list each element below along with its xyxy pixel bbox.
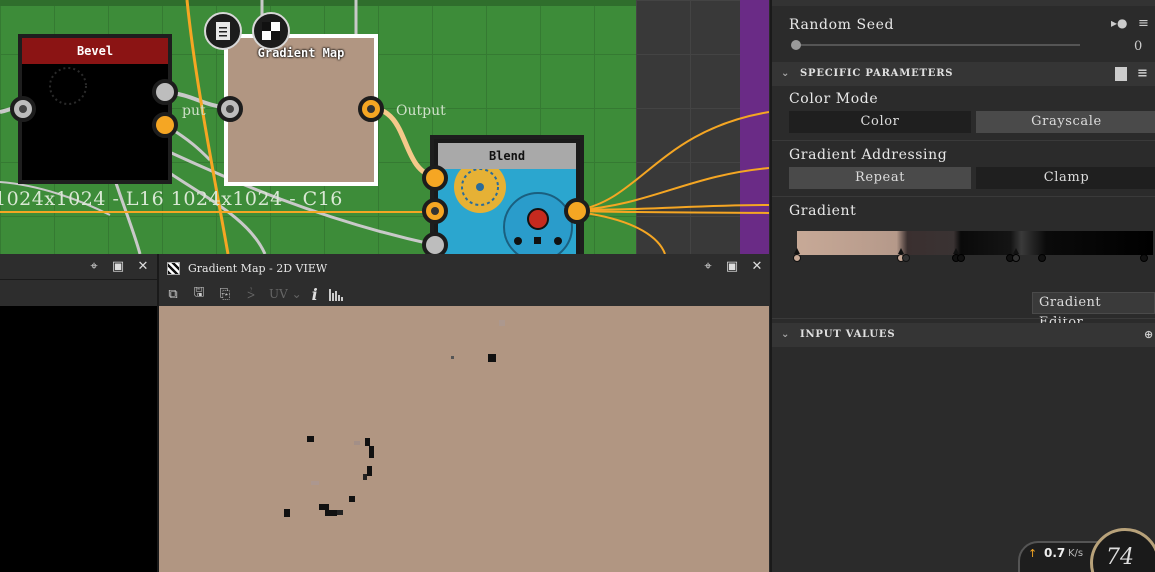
maximize-icon[interactable]: ▣ xyxy=(725,260,739,274)
app-window: { "graph": { "nodes": { "bevel": {"title… xyxy=(0,0,1155,572)
bevel-output-label: put xyxy=(182,103,206,119)
color-mode-option-grayscale[interactable]: Grayscale xyxy=(976,111,1155,133)
menu-icon[interactable]: ≡ xyxy=(1138,16,1149,31)
progress-percent: 74 xyxy=(1106,545,1134,570)
color-mode-label: Color Mode xyxy=(789,91,879,107)
gradient-map-output-label: Output xyxy=(396,103,446,119)
blend-output-port[interactable] xyxy=(564,198,590,224)
save-icon[interactable]: 🖫 xyxy=(191,285,207,302)
bevel-output-port-1[interactable] xyxy=(152,79,178,105)
blend-input-port-3[interactable] xyxy=(422,232,448,254)
gradient-map-input-port[interactable] xyxy=(217,96,243,122)
bevel-thumbnail xyxy=(49,67,87,105)
properties-panel: Random Seed ▸● ≡ 0 ⌄ SPECIFIC PARAMETERS… xyxy=(770,0,1155,572)
blend-node[interactable]: Blend xyxy=(430,135,584,254)
left-dock-header: ⌖ ▣ ✕ xyxy=(0,254,157,280)
input-values-label: INPUT VALUES xyxy=(800,329,896,340)
checker-small-icon xyxy=(167,261,180,275)
network-speed-unit: K/s xyxy=(1068,548,1084,559)
2d-view-canvas[interactable] xyxy=(159,306,769,572)
panel-top-edge xyxy=(772,0,1155,6)
gradient-map-node[interactable]: Gradient Map xyxy=(224,34,378,186)
gradient-editor-button[interactable]: Gradient Editor xyxy=(1032,292,1155,330)
node-graph[interactable]: Bevel put Gradient Map Output Blend 1024… xyxy=(0,0,769,254)
specific-parameters-header[interactable]: ⌄ SPECIFIC PARAMETERS ≡ xyxy=(772,62,1155,86)
random-seed-icon[interactable]: ▸● xyxy=(1111,16,1128,30)
gradient-map-node-title: Gradient Map xyxy=(257,46,345,60)
random-seed-value[interactable]: 0 xyxy=(1134,39,1142,54)
divider xyxy=(772,318,1155,319)
progress-gauge: 74 xyxy=(1090,528,1155,572)
blend-input-port-2[interactable] xyxy=(422,198,448,224)
random-seed-label: Random Seed xyxy=(789,17,895,33)
random-seed-slider[interactable] xyxy=(791,40,1080,50)
pin-icon[interactable]: ⌖ xyxy=(87,260,101,274)
2d-view-header: Gradient Map - 2D VIEW ⌖ ▣ ✕ xyxy=(159,254,769,282)
divider xyxy=(772,140,1155,141)
copy-icon[interactable]: ⎘ xyxy=(217,286,233,302)
checker-icon[interactable] xyxy=(252,12,290,50)
gradient-addressing-option-clamp[interactable]: Clamp xyxy=(976,167,1155,189)
uv-label: UV xyxy=(269,287,288,301)
uv-dropdown[interactable]: UV ⌄ xyxy=(269,287,302,301)
2d-view-panel: Gradient Map - 2D VIEW ⌖ ▣ ✕ ⧉ 🖫 ⎘ ⩼ UV … xyxy=(157,254,769,572)
chevron-down-icon: ⌄ xyxy=(781,329,791,340)
histogram-icon[interactable] xyxy=(328,286,344,302)
share-icon[interactable]: ⩼ xyxy=(243,286,259,302)
chevron-down-icon: ⌄ xyxy=(781,68,791,79)
gradient-stops[interactable] xyxy=(772,246,1155,266)
gradient-addressing-label: Gradient Addressing xyxy=(789,147,948,163)
divider xyxy=(772,196,1155,197)
gradient-label: Gradient xyxy=(789,203,857,219)
2d-view-toolbar: ⧉ 🖫 ⎘ ⩼ UV ⌄ i xyxy=(159,282,769,306)
export-icon[interactable]: ⧉ xyxy=(165,286,181,302)
slider-handle[interactable] xyxy=(791,40,801,50)
2d-view-title: Gradient Map - 2D VIEW xyxy=(188,261,328,275)
add-icon[interactable]: ⊕ xyxy=(1144,323,1154,347)
document-icon[interactable] xyxy=(204,12,242,50)
blend-node-title: Blend xyxy=(438,143,576,169)
texture-preview xyxy=(284,320,505,517)
blend-input-port-1[interactable] xyxy=(422,165,448,191)
left-dock-panel: ⌖ ▣ ✕ xyxy=(0,254,157,572)
close-icon[interactable]: ✕ xyxy=(750,260,764,274)
info-icon[interactable]: i xyxy=(312,285,318,304)
bevel-node-title: Bevel xyxy=(22,38,168,64)
specific-parameters-label: SPECIFIC PARAMETERS xyxy=(800,68,954,79)
maximize-icon[interactable]: ▣ xyxy=(111,260,125,274)
close-icon[interactable]: ✕ xyxy=(136,260,150,274)
left-dock-toolbar xyxy=(0,280,157,306)
gradient-addressing-option-repeat[interactable]: Repeat xyxy=(789,167,971,189)
network-speed-value: 0.7 xyxy=(1044,546,1066,560)
upload-arrow-icon: ↑ xyxy=(1028,547,1038,560)
resolution-label: 1024x1024 - L16 1024x1024 - C16 xyxy=(0,188,343,210)
pin-icon[interactable]: ⌖ xyxy=(701,260,715,274)
preset-icon[interactable] xyxy=(1115,67,1127,81)
bevel-node[interactable]: Bevel xyxy=(18,34,172,184)
bevel-output-port-2[interactable] xyxy=(152,112,178,138)
color-mode-option-color[interactable]: Color xyxy=(789,111,971,133)
bevel-input-port[interactable] xyxy=(10,96,36,122)
blend-thumbnail xyxy=(438,169,576,254)
gradient-map-output-port[interactable] xyxy=(358,96,384,122)
input-values-header[interactable]: ⌄ INPUT VALUES ⊕ xyxy=(772,323,1155,347)
menu-icon[interactable]: ≡ xyxy=(1137,62,1149,86)
